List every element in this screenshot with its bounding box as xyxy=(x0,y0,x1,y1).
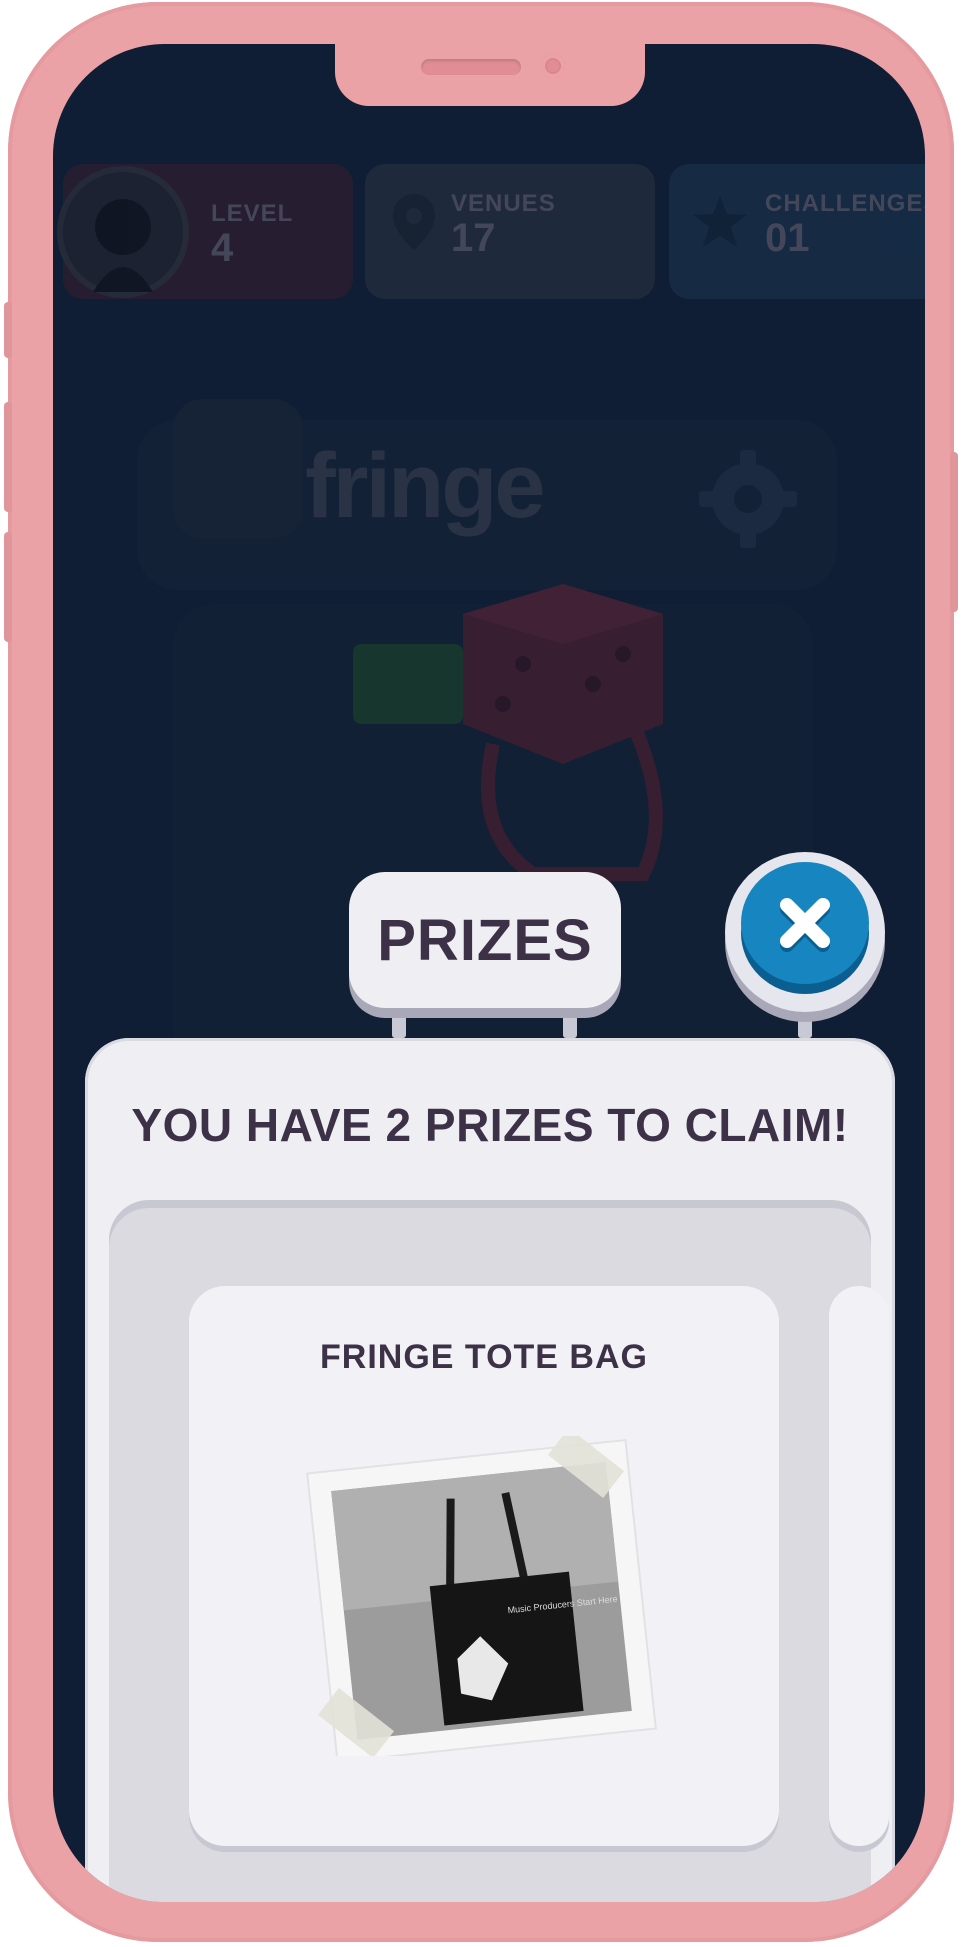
challenges-label: CHALLENGES xyxy=(765,190,925,217)
volume-up-button xyxy=(4,402,12,512)
sign-post-right xyxy=(563,1014,577,1038)
power-button xyxy=(950,452,958,612)
prize-card[interactable]: FRINGE TOTE BAG Music Producers Start He… xyxy=(189,1286,779,1846)
camera xyxy=(541,54,565,78)
mute-switch xyxy=(4,302,12,358)
venues-label: VENUES xyxy=(451,190,556,217)
sign-post-left xyxy=(392,1014,406,1038)
level-value: 4 xyxy=(211,226,234,270)
close-post xyxy=(798,1014,812,1038)
next-prize-card[interactable] xyxy=(829,1286,889,1846)
location-pin-icon xyxy=(393,194,435,250)
level-label: LEVEL xyxy=(211,200,294,227)
venues-value: 17 xyxy=(451,216,496,260)
prizes-heading: YOU HAVE 2 PRIZES TO CLAIM! xyxy=(131,1099,849,1151)
speaker xyxy=(421,59,521,75)
star-icon xyxy=(693,196,747,247)
modal-title: PRIZES xyxy=(377,907,593,973)
dice-icon xyxy=(463,584,663,881)
challenges-stat: CHALLENGES 01 xyxy=(669,164,925,299)
prize-name: FRINGE TOTE BAG xyxy=(320,1338,648,1376)
close-button-face[interactable] xyxy=(741,862,869,984)
venues-stat: VENUES 17 xyxy=(365,164,655,299)
volume-down-button xyxy=(4,532,12,642)
avatar xyxy=(63,172,183,292)
close-button[interactable] xyxy=(725,852,885,1012)
cup-icon xyxy=(173,399,303,539)
gear-icon xyxy=(699,450,797,548)
tote-bag-photo: Music Producers Start Here xyxy=(306,1436,657,1756)
prizes-carousel[interactable]: FRINGE TOTE BAG Music Producers Start He… xyxy=(109,1200,889,1902)
challenges-value: 01 xyxy=(765,216,810,260)
screen: LEVEL 4 VENUES 17 CHALLENGES 01 fringe P… xyxy=(53,44,925,1902)
modal-title-sign: PRIZES xyxy=(349,872,621,1008)
close-icon xyxy=(780,898,830,952)
phone-frame: LEVEL 4 VENUES 17 CHALLENGES 01 fringe P… xyxy=(4,2,958,1942)
prizes-card: YOU HAVE 2 PRIZES TO CLAIM! FRINGE TOTE … xyxy=(85,1038,895,1902)
notch xyxy=(335,44,645,106)
brand-logo: fringe xyxy=(305,435,546,537)
